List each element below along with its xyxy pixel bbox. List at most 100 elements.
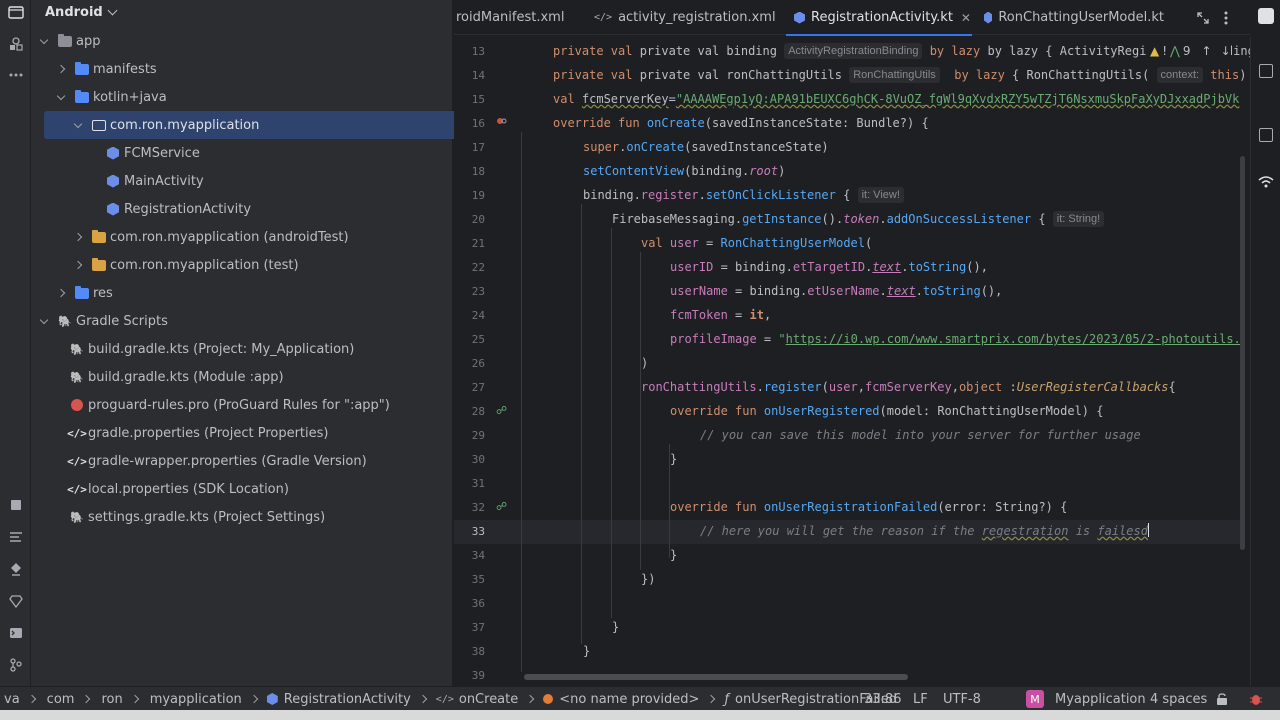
tree-node-proguard-rules[interactable]: proguard-rules.pro (ProGuard Rules for "… xyxy=(31,391,451,419)
tree-node-res[interactable]: res xyxy=(31,279,451,307)
tree-node-build-gradle-project[interactable]: 🐘 build.gradle.kts (Project: My_Applicat… xyxy=(31,335,451,363)
tree-node-kotlin-java[interactable]: kotlin+java xyxy=(31,83,451,111)
tree-node-registrationactivity[interactable]: RegistrationActivity xyxy=(31,195,451,223)
indent-guide xyxy=(521,132,522,672)
indent-guide xyxy=(581,204,582,644)
editor-tab-bar: roidManifest.xml </> activity_registrati… xyxy=(454,0,1280,36)
code-line-24: fcmToken = it, xyxy=(670,308,772,322)
breadcrumb-item[interactable]: <no name provided> xyxy=(559,692,699,707)
breadcrumb-item[interactable]: com xyxy=(47,692,75,707)
build-variants-icon[interactable] xyxy=(7,560,25,578)
expand-arrow-icon[interactable] xyxy=(54,90,68,104)
breadcrumb-item[interactable]: onCreate xyxy=(459,692,518,707)
tab-registration-activity[interactable]: RegistrationActivity.kt ✕ xyxy=(786,0,972,36)
folder-icon xyxy=(74,61,90,76)
line-number: 39 xyxy=(471,669,485,682)
caret-position[interactable]: 33:86 xyxy=(864,690,901,708)
code-line-30: } xyxy=(670,452,678,466)
override-marker-icon[interactable] xyxy=(496,116,508,129)
notifications-icon[interactable] xyxy=(1258,8,1274,24)
line-separator[interactable]: LF xyxy=(913,690,928,708)
more-tools-icon[interactable] xyxy=(7,66,25,84)
line-number: 14 xyxy=(471,69,485,82)
tab-label: roidManifest.xml xyxy=(456,10,565,25)
wifi-icon[interactable] xyxy=(1258,176,1274,192)
next-highlight-icon[interactable]: ↓ xyxy=(1221,44,1231,58)
code-line-19: binding.register.setOnClickListener { it… xyxy=(583,183,904,207)
tab-activity-registration-xml[interactable]: </> activity_registration.xml xyxy=(594,0,776,35)
tree-node-label: proguard-rules.pro (ProGuard Rules for "… xyxy=(88,397,390,413)
breadcrumb-item[interactable]: myapplication xyxy=(150,692,242,707)
terminal-icon[interactable] xyxy=(7,624,25,642)
expand-arrow-icon[interactable] xyxy=(71,230,85,244)
weak-warning-icon: ⋀ xyxy=(1170,44,1180,58)
implements-marker-icon[interactable]: ☍ xyxy=(496,500,507,513)
code-line-28: override fun onUserRegistered(model: Ron… xyxy=(670,404,1104,418)
expand-arrow-icon[interactable] xyxy=(37,314,51,328)
expand-arrow-icon[interactable] xyxy=(54,62,68,76)
tab-android-manifest[interactable]: roidManifest.xml xyxy=(454,0,582,35)
tree-node-gradle-properties[interactable]: </> gradle.properties (Project Propertie… xyxy=(31,419,451,447)
tree-node-manifests[interactable]: manifests xyxy=(31,55,451,83)
tree-node-label: app xyxy=(76,33,101,49)
tree-node-package-main[interactable]: com.ron.myapplication xyxy=(44,111,473,139)
tree-node-label: MainActivity xyxy=(124,173,204,189)
expand-arrow-icon[interactable] xyxy=(71,118,85,132)
prev-highlight-icon[interactable]: ↑ xyxy=(1202,44,1212,58)
tree-node-settings-gradle[interactable]: 🐘 settings.gradle.kts (Project Settings) xyxy=(31,503,451,531)
tree-node-gradle-scripts[interactable]: 🐘 Gradle Scripts xyxy=(31,307,451,335)
breadcrumb-item[interactable]: RegistrationActivity xyxy=(284,692,411,707)
bug-icon[interactable] xyxy=(1250,690,1262,708)
tree-node-build-gradle-module[interactable]: 🐘 build.gradle.kts (Module :app) xyxy=(31,363,451,391)
tree-node-mainactivity[interactable]: MainActivity xyxy=(31,167,451,195)
device-mirroring-icon[interactable] xyxy=(1259,64,1273,78)
project-view-name: Android xyxy=(45,4,103,20)
module-selector[interactable]: M Myapplication xyxy=(1026,690,1146,708)
tree-node-app[interactable]: app xyxy=(31,27,451,55)
resource-manager-icon[interactable] xyxy=(7,35,25,53)
breadcrumb-item[interactable]: va xyxy=(4,692,20,707)
expand-arrow-icon[interactable] xyxy=(71,258,85,272)
indent-setting[interactable]: 4 spaces xyxy=(1150,690,1207,708)
chevron-right-icon xyxy=(249,694,259,704)
project-tool-icon[interactable] xyxy=(7,4,25,22)
project-view-selector[interactable]: Android xyxy=(45,3,118,21)
tree-node-label: local.properties (SDK Location) xyxy=(88,481,289,497)
line-number: 33 xyxy=(471,525,485,538)
more-tabs-icon[interactable] xyxy=(1224,10,1228,29)
code-line-34: } xyxy=(670,548,678,562)
vertical-scrollbar[interactable] xyxy=(1240,156,1245,550)
tree-node-fcmservice[interactable]: FCMService xyxy=(31,139,451,167)
horizontal-scrollbar[interactable] xyxy=(524,674,908,680)
tab-ronchatting-user-model[interactable]: RonChattingUserModel.kt xyxy=(984,0,1164,35)
tree-node-package-androidtest[interactable]: com.ron.myapplication (androidTest) xyxy=(31,223,451,251)
tree-node-gradle-wrapper-properties[interactable]: </> gradle-wrapper.properties (Gradle Ve… xyxy=(31,447,451,475)
expand-arrow-icon[interactable] xyxy=(54,286,68,300)
device-manager-icon[interactable] xyxy=(7,496,25,514)
breadcrumb-item[interactable]: ron xyxy=(101,692,122,707)
code-line-32: override fun onUserRegistrationFailed(er… xyxy=(670,500,1068,514)
structure-icon[interactable] xyxy=(7,528,25,546)
code-line-37: } xyxy=(612,620,620,634)
implements-marker-icon[interactable]: ☍ xyxy=(496,404,507,417)
tab-label: activity_registration.xml xyxy=(618,10,776,25)
maximize-editor-icon[interactable] xyxy=(1196,10,1210,29)
left-tool-stripe xyxy=(0,0,31,686)
inspection-widget[interactable]: ▲ ! ⋀ 9 ↑ ↓ xyxy=(1146,44,1231,58)
tree-node-label: build.gradle.kts (Module :app) xyxy=(88,369,284,385)
gems-icon[interactable] xyxy=(7,592,25,610)
file-encoding[interactable]: UTF-8 xyxy=(943,690,981,708)
inlay-lambda-hint: it: View! xyxy=(857,187,904,203)
indent-guide xyxy=(611,228,612,618)
tree-node-local-properties[interactable]: </> local.properties (SDK Location) xyxy=(31,475,451,503)
expand-arrow-icon[interactable] xyxy=(37,34,51,48)
close-icon[interactable]: ✕ xyxy=(961,11,971,25)
inlay-type-hint: ActivityRegistrationBinding xyxy=(784,43,923,59)
running-devices-icon[interactable] xyxy=(1259,128,1273,142)
code-editor[interactable]: 13 14 15 16 17 18 19 20 21 22 23 24 25 2… xyxy=(454,36,1250,686)
gradle-elephant-icon: 🐘 xyxy=(70,342,84,356)
lock-icon[interactable] xyxy=(1216,690,1228,708)
git-icon[interactable] xyxy=(7,656,25,674)
tree-node-package-test[interactable]: com.ron.myapplication (test) xyxy=(31,251,451,279)
folder-icon xyxy=(74,285,90,300)
